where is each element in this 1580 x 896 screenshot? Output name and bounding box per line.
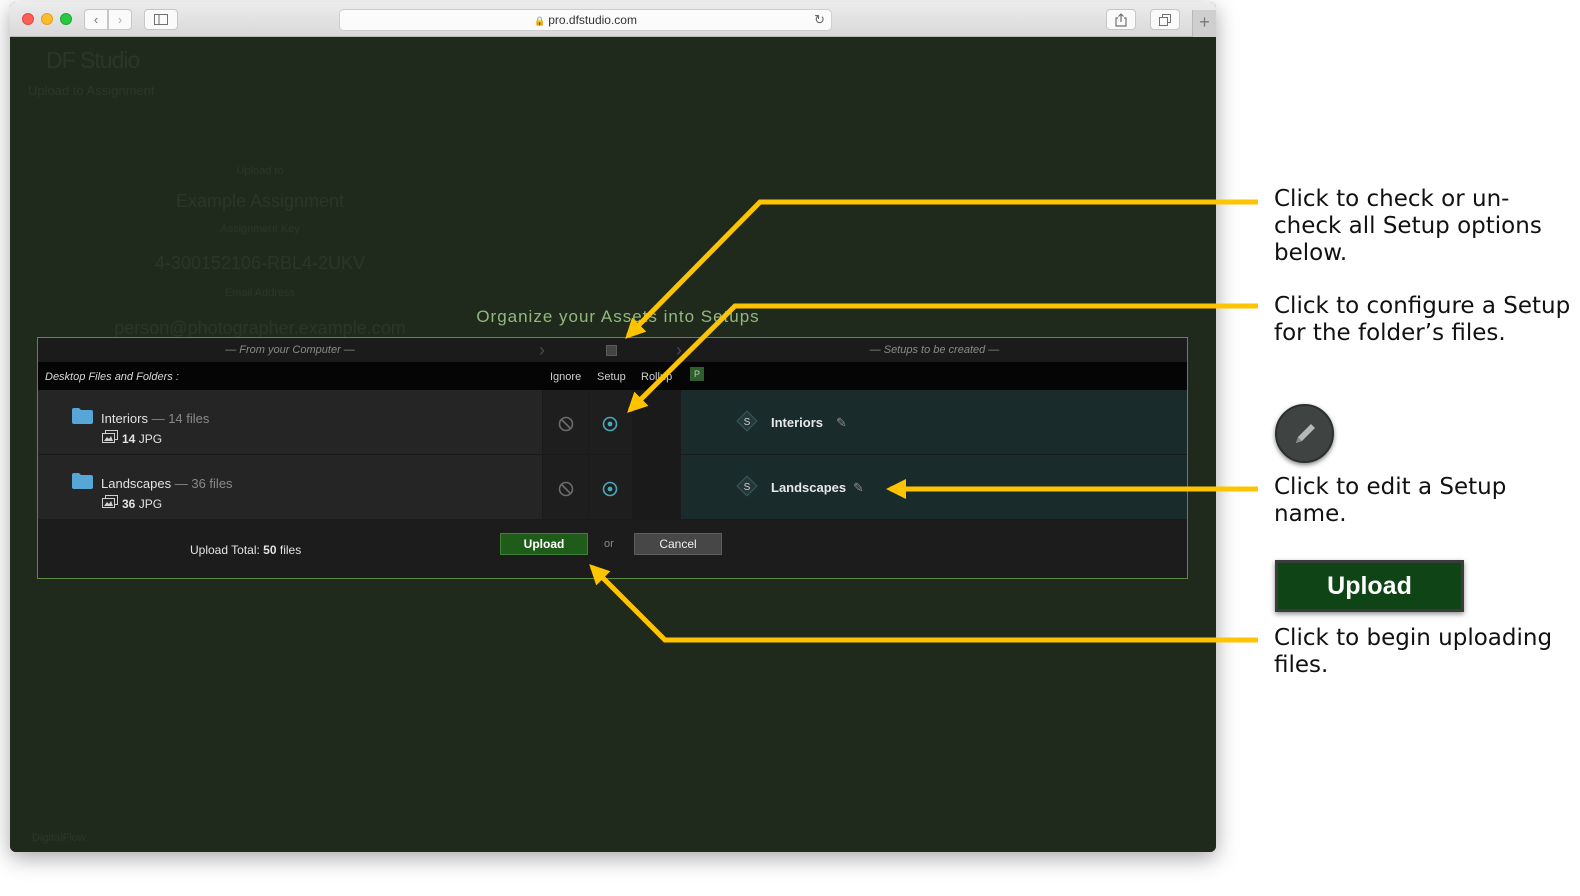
dialog-footer: Upload Total: 50 files Upload or Cancel: [38, 520, 1187, 578]
desktop-files-label: Desktop Files and Folders :: [45, 371, 179, 383]
chevron-right-icon: ›: [117, 12, 123, 27]
chevron-left-icon: ‹: [93, 12, 99, 27]
from-computer-label: — From your Computer —: [225, 344, 355, 356]
setup-check-all-checkbox[interactable]: [606, 345, 617, 356]
browser-window: ‹ › 🔒 pro.dfstudio.com ↻ + DF Studio Uplo…: [10, 2, 1216, 852]
share-button[interactable]: [1106, 9, 1136, 30]
background-assignment-name: Example Assignment: [175, 191, 345, 211]
lock-icon: 🔒: [534, 16, 546, 26]
pencil-icon[interactable]: ✎: [853, 480, 864, 496]
background-email-label: Email Address: [224, 287, 296, 299]
folder-icon: [72, 473, 93, 489]
rollup-cell[interactable]: [633, 390, 680, 454]
forward-button[interactable]: ›: [108, 9, 132, 30]
background-footer: DigitalFlow: [32, 832, 86, 844]
file-type-label: JPG: [138, 497, 163, 511]
plus-icon: +: [1199, 12, 1210, 32]
annotation-configure: Click to configure a Setup for the folde…: [1274, 293, 1571, 346]
organize-setups-dialog: — From your Computer — › › — Setups to b…: [37, 337, 1188, 579]
annotation-edit-name: Click to edit a Setup name.: [1274, 474, 1507, 527]
folder-name-text: Landscapes: [101, 476, 172, 491]
table-row: Landscapes — 36 files 36 JPG S Landscape…: [38, 455, 1187, 519]
folder-name: Landscapes — 36 files: [101, 476, 233, 491]
pencil-icon: [1296, 424, 1315, 443]
ignore-radio-icon[interactable]: [558, 416, 574, 432]
svg-text:S: S: [744, 417, 751, 428]
folder-cell: Interiors — 14 files 14 JPG: [38, 390, 542, 454]
setup-radio-icon[interactable]: [602, 481, 618, 497]
image-stack-icon: [102, 430, 118, 443]
folder-name: Interiors — 14 files: [101, 411, 209, 426]
annotation-begin-upload: Click to begin uploading files.: [1274, 625, 1553, 678]
upload-button-sample: Upload: [1275, 560, 1464, 612]
setup-badge-icon: S: [736, 475, 758, 497]
sidebar-button[interactable]: [144, 9, 178, 30]
zoom-window-button[interactable]: [60, 13, 72, 25]
background-subtitle: Upload to Assignment: [28, 83, 155, 98]
background-line-a: Upload to: [236, 165, 284, 177]
minimize-window-button[interactable]: [41, 13, 53, 25]
folder-file-count: — 14 files: [151, 411, 210, 426]
file-type-label: JPG: [138, 432, 163, 446]
upload-total-value: 50: [263, 543, 277, 557]
background-assignment-key: 4-300152106-RBL4-2UKV: [154, 253, 366, 273]
dialog-title: Organize your Assets into Setups: [476, 307, 760, 326]
reload-icon[interactable]: ↻: [814, 10, 825, 30]
setup-badge-icon: S: [736, 410, 758, 432]
setup-radio-icon[interactable]: [602, 416, 618, 432]
tabs-icon: [1159, 14, 1171, 26]
address-bar[interactable]: 🔒 pro.dfstudio.com ↻: [339, 9, 832, 31]
setup-cell: [589, 390, 632, 454]
cancel-button[interactable]: Cancel: [634, 533, 722, 555]
setup-cell: [589, 455, 632, 519]
folder-file-count: — 36 files: [174, 476, 233, 491]
url-text: pro.dfstudio.com: [548, 13, 637, 27]
upload-total: Upload Total: 50 files: [190, 543, 301, 557]
file-type-summary: 36 JPG: [122, 497, 162, 511]
table-row: Interiors — 14 files 14 JPG S Interiors …: [38, 390, 1187, 454]
svg-text:S: S: [744, 482, 751, 493]
dialog-header: — From your Computer — › › — Setups to b…: [38, 338, 1187, 362]
p-badge[interactable]: P: [690, 367, 704, 381]
folder-cell: Landscapes — 36 files 36 JPG: [38, 455, 542, 519]
chevron-right-icon: ›: [539, 340, 545, 360]
upload-total-unit: files: [279, 543, 302, 557]
setup-name: Interiors: [771, 415, 824, 430]
setup-column-header: Setup: [597, 371, 626, 383]
edit-pencil-sample: [1275, 404, 1334, 463]
sidebar-icon: [154, 14, 168, 25]
background-key-label: Assignment Key: [220, 223, 300, 235]
column-header-row: Desktop Files and Folders : Ignore Setup…: [38, 362, 1187, 390]
page-content: DF Studio Upload to Assignment Upload to…: [10, 37, 1216, 852]
upload-total-label: Upload Total:: [190, 543, 260, 557]
rollup-cell[interactable]: [633, 455, 680, 519]
setup-preview-cell: S Landscapes ✎: [681, 455, 1187, 519]
upload-button[interactable]: Upload: [500, 533, 588, 555]
setup-name: Landscapes: [771, 480, 847, 495]
ignore-radio-icon[interactable]: [558, 481, 574, 497]
folder-icon: [72, 408, 93, 424]
dfstudio-logo: DF Studio: [46, 47, 140, 73]
tab-overview-button[interactable]: [1150, 9, 1180, 30]
or-separator: or: [604, 538, 614, 550]
image-stack-icon: [102, 495, 118, 508]
folder-name-text: Interiors: [101, 411, 148, 426]
pencil-icon[interactable]: ✎: [836, 415, 847, 431]
close-window-button[interactable]: [22, 13, 34, 25]
ignore-cell: [543, 455, 588, 519]
ignore-column-header: Ignore: [550, 371, 582, 383]
browser-toolbar: ‹ › 🔒 pro.dfstudio.com ↻ +: [10, 2, 1216, 37]
setup-preview-cell: S Interiors ✎: [681, 390, 1187, 454]
new-tab-button[interactable]: +: [1192, 10, 1216, 37]
file-type-count: 14: [122, 432, 136, 446]
setups-to-be-created-label: — Setups to be created —: [869, 344, 1000, 356]
annotation-check-all: Click to check or un-check all Setup opt…: [1274, 186, 1542, 266]
file-type-count: 36: [122, 497, 136, 511]
back-button[interactable]: ‹: [84, 9, 108, 30]
rollup-column-header: Rollup: [641, 371, 673, 383]
share-icon: [1115, 13, 1127, 27]
file-type-summary: 14 JPG: [122, 432, 162, 446]
ignore-cell: [543, 390, 588, 454]
